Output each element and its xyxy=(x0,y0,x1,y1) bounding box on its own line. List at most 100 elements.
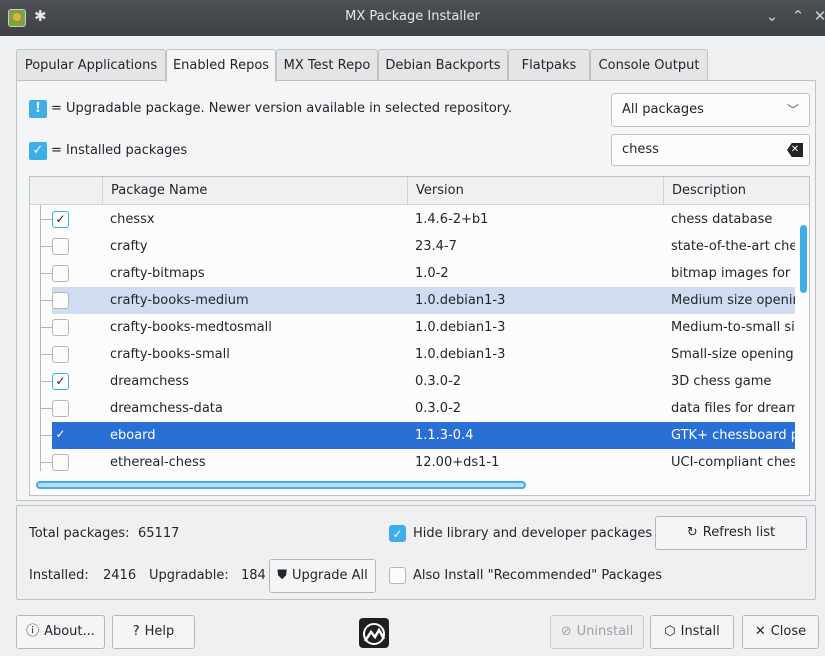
upgrade-all-label: Upgrade All xyxy=(291,568,368,583)
row-install-checkbox[interactable] xyxy=(52,454,69,471)
close-label: Close xyxy=(770,624,807,639)
uninstall-label: Uninstall xyxy=(576,624,634,639)
row-install-checkbox[interactable] xyxy=(52,238,69,255)
version-cell: 1.0-2 xyxy=(415,266,449,281)
refresh-icon: ↻ xyxy=(686,525,698,540)
row-install-checkbox[interactable] xyxy=(52,292,69,309)
title-bar: ✱ MX Package Installer ⌄ ⌃ ✕ xyxy=(0,0,825,36)
help-button[interactable]: ? Help xyxy=(112,615,195,649)
package-name-cell: eboard xyxy=(110,428,156,443)
row-install-checkbox[interactable] xyxy=(52,346,69,363)
close-icon[interactable]: ✕ xyxy=(810,7,825,25)
tree-branch xyxy=(40,435,52,436)
total-packages-label: Total packages: xyxy=(29,526,130,541)
uninstall-button[interactable]: ⊘ Uninstall xyxy=(550,615,644,649)
upgradable-label: Upgradable: xyxy=(149,568,229,583)
enabled-repos-panel: ! = Upgradable package. Newer version ava… xyxy=(16,80,816,501)
row-install-checkbox[interactable]: ✓ xyxy=(52,427,69,444)
package-tree[interactable]: Package Name Version Description ✓ chessx… xyxy=(29,176,810,496)
version-cell: 0.3.0-2 xyxy=(415,374,462,389)
table-row[interactable]: crafty-books-small 1.0.debian1-3 Small-siz… xyxy=(30,341,795,368)
package-name-cell: chessx xyxy=(110,212,155,227)
column-version[interactable]: Version xyxy=(407,177,663,205)
description-cell: 3D chess game xyxy=(671,374,772,389)
description-cell: chess database xyxy=(671,212,773,227)
search-input[interactable]: chess ✕ xyxy=(611,134,810,166)
upgradable-legend: ! = Upgradable package. Newer version ava… xyxy=(29,99,512,119)
column-package-name[interactable]: Package Name xyxy=(102,177,407,205)
table-row[interactable]: ethereal-chess 12.00+ds1-1 UCI-compliant c… xyxy=(30,449,795,476)
about-button[interactable]: ⓘ About... xyxy=(16,615,105,649)
table-row[interactable]: crafty-bitmaps 1.0-2 bitmap images for c xyxy=(30,260,795,287)
refresh-list-button[interactable]: ↻ Refresh list xyxy=(655,516,807,550)
package-name-cell: crafty xyxy=(110,239,148,254)
tab-enabled-repos[interactable]: Enabled Repos xyxy=(166,49,276,82)
table-row[interactable]: ✓ dreamchess 0.3.0-2 3D chess game xyxy=(30,368,795,395)
description-cell: Medium-to-small si xyxy=(671,320,795,335)
table-row[interactable]: ✓ chessx 1.4.6-2+b1 chess database xyxy=(30,206,795,233)
version-cell: 12.00+ds1-1 xyxy=(415,455,500,470)
window-title: MX Package Installer xyxy=(345,9,480,24)
installed-label: Installed: xyxy=(29,568,89,583)
description-cell: GTK+ chessboard p xyxy=(671,428,795,443)
recommended-label[interactable]: Also Install "Recommended" Packages xyxy=(413,568,662,583)
description-cell: bitmap images for c xyxy=(671,266,795,281)
about-label: About... xyxy=(44,624,95,639)
row-install-checkbox[interactable] xyxy=(52,319,69,336)
version-cell: 1.0.debian1-3 xyxy=(415,293,506,308)
tab-console-output[interactable]: Console Output xyxy=(590,49,708,81)
minimize-icon[interactable]: ⌄ xyxy=(762,7,782,25)
installed-value: 2416 xyxy=(103,568,137,583)
tab-mx-test-repo[interactable]: MX Test Repo xyxy=(276,49,378,81)
tree-branch xyxy=(40,300,52,301)
hide-libs-label[interactable]: Hide library and developer packages xyxy=(413,526,652,541)
no-entry-icon: ⊘ xyxy=(560,624,572,639)
mx-logo-icon xyxy=(359,618,389,648)
table-row[interactable]: crafty-books-medtosmall 1.0.debian1-3 Medi… xyxy=(30,314,795,341)
column-checkbox[interactable] xyxy=(30,177,102,205)
row-install-checkbox[interactable]: ✓ xyxy=(52,373,69,390)
column-description[interactable]: Description xyxy=(663,177,809,205)
tab-popular-applications[interactable]: Popular Applications xyxy=(16,49,166,81)
upgradable-value: 184 xyxy=(241,568,266,583)
tree-branch xyxy=(40,273,52,274)
vertical-scrollbar[interactable] xyxy=(800,205,808,475)
package-filter-select[interactable]: All packages ﹀ xyxy=(611,93,810,127)
description-cell: UCI-compliant ches xyxy=(671,455,795,470)
clear-search-icon[interactable]: ✕ xyxy=(787,143,803,157)
upgrade-all-button[interactable]: ⛊ Upgrade All xyxy=(269,559,376,593)
package-name-cell: crafty-books-medium xyxy=(110,293,249,308)
tree-branch xyxy=(40,462,52,463)
vertical-scroll-thumb[interactable] xyxy=(800,225,807,293)
install-button[interactable]: ⬡ Install xyxy=(650,615,734,649)
maximize-icon[interactable]: ⌃ xyxy=(788,7,808,25)
hide-libs-checkbox[interactable]: ✓ xyxy=(389,525,406,542)
recommended-checkbox[interactable] xyxy=(389,567,406,584)
upgradable-legend-text: = Upgradable package. Newer version avai… xyxy=(51,101,513,116)
row-install-checkbox[interactable] xyxy=(52,400,69,417)
tree-branch xyxy=(40,408,52,409)
table-row[interactable]: crafty 23.4-7 state-of-the-art che xyxy=(30,233,795,260)
table-header: Package Name Version Description xyxy=(30,177,809,205)
version-cell: 0.3.0-2 xyxy=(415,401,462,416)
tab-debian-backports[interactable]: Debian Backports xyxy=(378,49,508,81)
table-row[interactable]: crafty-books-medium 1.0.debian1-3 Medium s… xyxy=(40,287,795,314)
description-cell: state-of-the-art che xyxy=(671,239,795,254)
package-name-cell: dreamchess-data xyxy=(110,401,223,416)
description-cell: Medium size openin xyxy=(671,293,795,308)
package-name-cell: ethereal-chess xyxy=(110,455,206,470)
table-row[interactable]: dreamchess-data 0.3.0-2 data files for dre… xyxy=(30,395,795,422)
version-cell: 1.0.debian1-3 xyxy=(415,320,506,335)
upgradable-icon: ! xyxy=(29,99,47,118)
tab-flatpaks[interactable]: Flatpaks xyxy=(508,49,590,81)
horizontal-scrollbar[interactable] xyxy=(36,481,526,489)
row-install-checkbox[interactable] xyxy=(52,265,69,282)
search-value: chess xyxy=(622,142,659,157)
table-row[interactable]: ✓ eboard 1.1.3-0.4 GTK+ chessboard p xyxy=(40,422,795,449)
refresh-list-label: Refresh list xyxy=(702,525,776,540)
close-x-icon: ✕ xyxy=(754,624,766,639)
install-label: Install xyxy=(680,624,720,639)
total-packages-value: 65117 xyxy=(138,526,180,541)
close-button[interactable]: ✕ Close xyxy=(742,615,819,649)
row-install-checkbox[interactable]: ✓ xyxy=(52,211,69,228)
